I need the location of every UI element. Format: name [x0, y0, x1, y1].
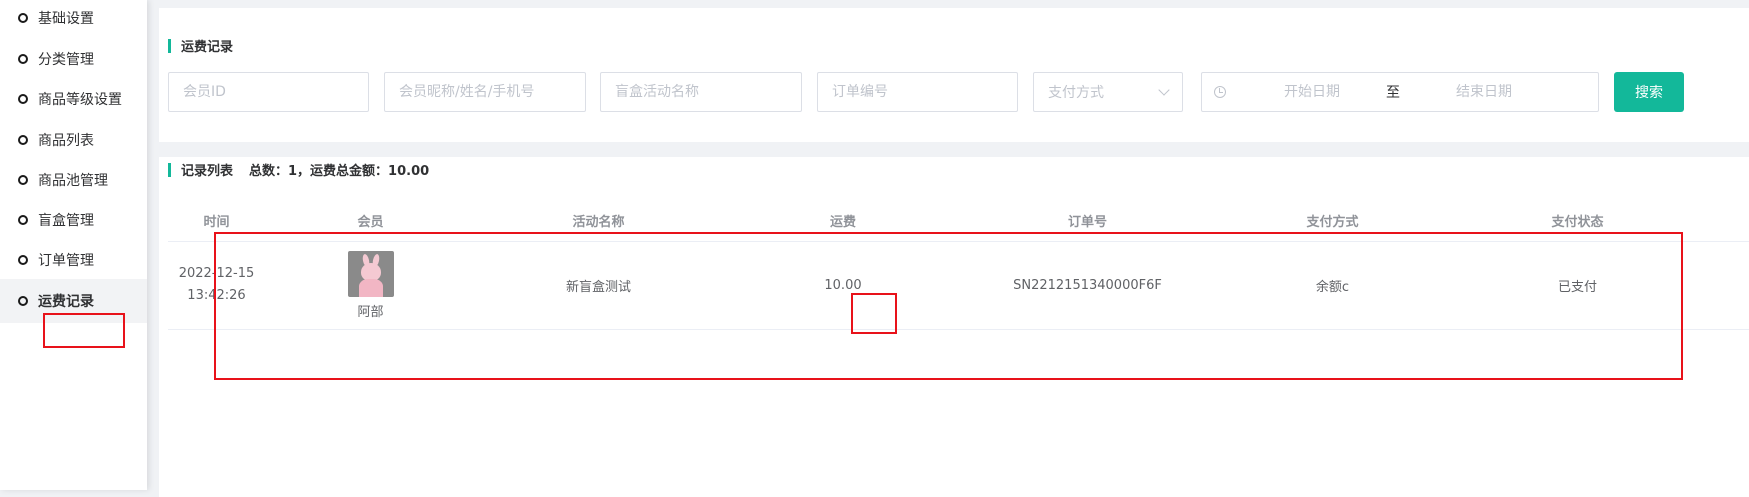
payment-method-select[interactable]: 支付方式 [1033, 72, 1183, 112]
table-header-row: 时间 会员 活动名称 运费 订单号 支付方式 支付状态 [168, 201, 1749, 242]
sidebar-item-blind-box[interactable]: 盲盒管理 [0, 198, 147, 242]
sidebar-item-label: 分类管理 [38, 52, 94, 68]
bullet-icon [18, 54, 28, 64]
column-header-payment-method: 支付方式 [1210, 201, 1455, 242]
member-name: 阿部 [357, 304, 384, 320]
sidebar-item-product-pool[interactable]: 商品池管理 [0, 158, 147, 202]
sidebar-item-label: 运费记录 [38, 294, 94, 310]
bullet-icon [18, 175, 28, 185]
column-header-spacer [1700, 201, 1749, 242]
sidebar-item-product-list[interactable]: 商品列表 [0, 118, 147, 162]
chevron-down-icon [1158, 84, 1170, 96]
clock-icon [1214, 86, 1226, 98]
sidebar-item-label: 商品等级设置 [38, 92, 122, 108]
bullet-icon [18, 255, 28, 265]
payment-method-cell: 余额c [1210, 241, 1455, 330]
payment-method-placeholder: 支付方式 [1048, 85, 1104, 101]
column-header-member: 会员 [265, 201, 476, 242]
filter-panel: 运费记录 支付方式 至 搜索 [159, 8, 1749, 142]
member-info-input[interactable] [384, 72, 586, 112]
date-range-separator: 至 [1386, 85, 1400, 101]
records-summary: 总数：1，运费总金额：10.00 [249, 164, 430, 179]
time-cell: 2022-12-15 13:42:26 [168, 241, 265, 330]
payment-status-cell: 已支付 [1455, 241, 1700, 330]
record-time: 13:42:26 [187, 288, 246, 303]
member-id-input[interactable] [168, 72, 369, 112]
sidebar-item-freight-records[interactable]: 运费记录 [0, 279, 147, 323]
bullet-icon [18, 13, 28, 23]
bullet-icon [18, 296, 28, 306]
column-header-payment-status: 支付状态 [1455, 201, 1700, 242]
title-accent-bar [168, 162, 171, 177]
page-title: 运费记录 [181, 40, 234, 55]
records-panel: 记录列表 总数：1，运费总金额：10.00 时间 会员 活动名称 运费 订单号 … [159, 157, 1749, 497]
avatar-head [360, 262, 381, 281]
bullet-icon [18, 135, 28, 145]
sidebar-item-label: 基础设置 [38, 11, 94, 27]
section-title: 记录列表 [181, 164, 234, 179]
end-date-input[interactable] [1414, 84, 1554, 100]
filter-panel-title: 运费记录 [168, 36, 233, 55]
search-button[interactable]: 搜索 [1614, 72, 1684, 112]
spacer-cell [1700, 241, 1749, 330]
sidebar-item-label: 盲盒管理 [38, 213, 94, 229]
member-cell: 阿部 [265, 241, 476, 330]
bullet-icon [18, 215, 28, 225]
record-date: 2022-12-15 [178, 266, 255, 281]
avatar [347, 250, 394, 297]
avatar-body [358, 278, 383, 297]
column-header-activity: 活动名称 [476, 201, 721, 242]
bullet-icon [18, 94, 28, 104]
sidebar-item-category[interactable]: 分类管理 [0, 37, 147, 81]
sidebar-item-label: 商品池管理 [38, 173, 108, 189]
order-no-input[interactable] [817, 72, 1018, 112]
sidebar-item-basic-settings[interactable]: 基础设置 [0, 0, 147, 40]
start-date-input[interactable] [1242, 84, 1382, 100]
column-header-fee: 运费 [721, 201, 965, 242]
sidebar-item-label: 订单管理 [38, 253, 94, 269]
table-row: 2022-12-15 13:42:26 阿部 新盲盒测试 10.00 SN221… [168, 241, 1749, 330]
title-accent-bar [168, 38, 171, 53]
sidebar-item-orders[interactable]: 订单管理 [0, 238, 147, 282]
records-table: 时间 会员 活动名称 运费 订单号 支付方式 支付状态 2022-12-15 1… [168, 201, 1749, 330]
order-no-cell: SN2212151340000F6F [965, 241, 1210, 330]
activity-name-input[interactable] [600, 72, 802, 112]
sidebar: 基础设置 分类管理 商品等级设置 商品列表 商品池管理 盲盒管理 订单管理 运费… [0, 0, 147, 490]
sidebar-item-product-levels[interactable]: 商品等级设置 [0, 77, 147, 121]
sidebar-item-label: 商品列表 [38, 133, 94, 149]
activity-cell: 新盲盒测试 [476, 241, 721, 330]
column-header-order-no: 订单号 [965, 201, 1210, 242]
column-header-time: 时间 [168, 201, 265, 242]
date-range-picker[interactable]: 至 [1201, 72, 1599, 112]
fee-cell: 10.00 [721, 241, 965, 330]
records-panel-title: 记录列表 总数：1，运费总金额：10.00 [168, 160, 429, 179]
